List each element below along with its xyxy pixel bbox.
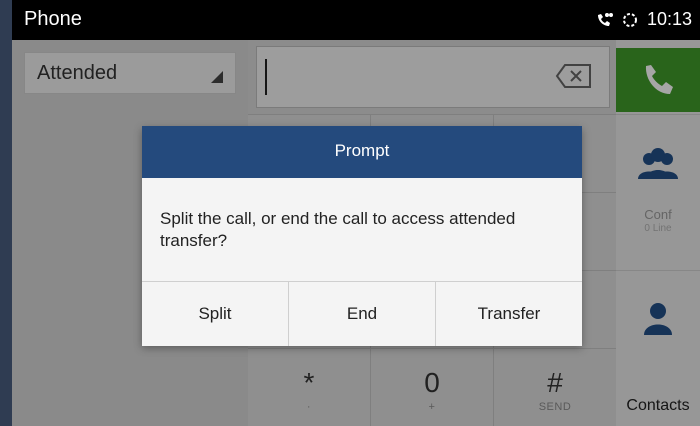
sync-icon (621, 11, 639, 29)
phone-app-screen: Phone 10:13 Attended * · 0 + # SEND Conf… (0, 0, 700, 426)
transfer-button[interactable]: Transfer (436, 282, 582, 346)
voicemail-icon (595, 11, 613, 29)
app-title: Phone (24, 8, 82, 30)
end-button[interactable]: End (289, 282, 436, 346)
dialog-title: Prompt (334, 141, 390, 160)
split-button[interactable]: Split (142, 282, 289, 346)
dialog-actions: Split End Transfer (142, 281, 582, 346)
window-edge (0, 0, 12, 426)
clock-time: 10:13 (646, 9, 692, 29)
status-bar: Phone 10:13 (12, 0, 700, 40)
prompt-dialog: Prompt Split the call, or end the call t… (142, 126, 582, 346)
status-icons: 10:13 (595, 9, 692, 30)
dialog-message: Split the call, or end the call to acces… (160, 209, 516, 250)
dialog-header: Prompt (142, 126, 582, 178)
